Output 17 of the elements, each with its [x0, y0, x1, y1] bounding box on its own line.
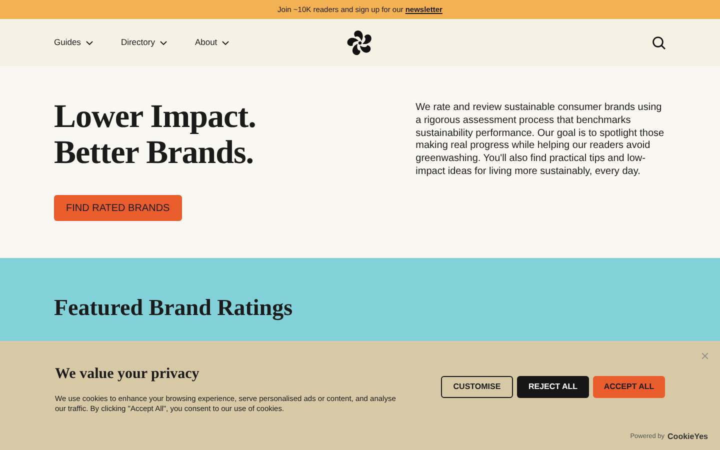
cookie-button[interactable]: CUSTOMISE	[441, 376, 513, 398]
nav-menu[interactable]: Guides	[54, 36, 93, 49]
find-brands-button[interactable]: FIND RATED BRANDS	[54, 195, 182, 221]
section-heading: Featured Brand Ratings	[54, 294, 294, 322]
cookie-button[interactable]: ACCEPT ALL	[593, 376, 665, 398]
chevron-down-icon	[86, 40, 93, 44]
cookieyes-logo[interactable]: CookieYes	[668, 431, 708, 443]
cookie-button[interactable]: REJECT ALL	[517, 376, 589, 398]
chevron-down-icon	[222, 40, 230, 44]
chevron-down-icon	[160, 40, 167, 44]
nav-menu[interactable]: Directory	[120, 36, 167, 49]
hero-headline: Lower Impact. Better Brands.	[54, 99, 257, 171]
search-icon[interactable]	[652, 36, 666, 50]
hero-description: We rate and review sustainable consumer brands using a rigorous assessment process that benchmarks sustainability performance. Our goal is to spotlight those making real progress while helping our readers avoid greenwashing. You'll also find practical tips and low-impact ideas for living more sustainably, every day.	[416, 101, 666, 179]
cookie-title: We value your privacy	[55, 365, 200, 384]
nav-menu[interactable]: About	[194, 36, 230, 49]
pinwheel-logo[interactable]	[346, 29, 374, 57]
